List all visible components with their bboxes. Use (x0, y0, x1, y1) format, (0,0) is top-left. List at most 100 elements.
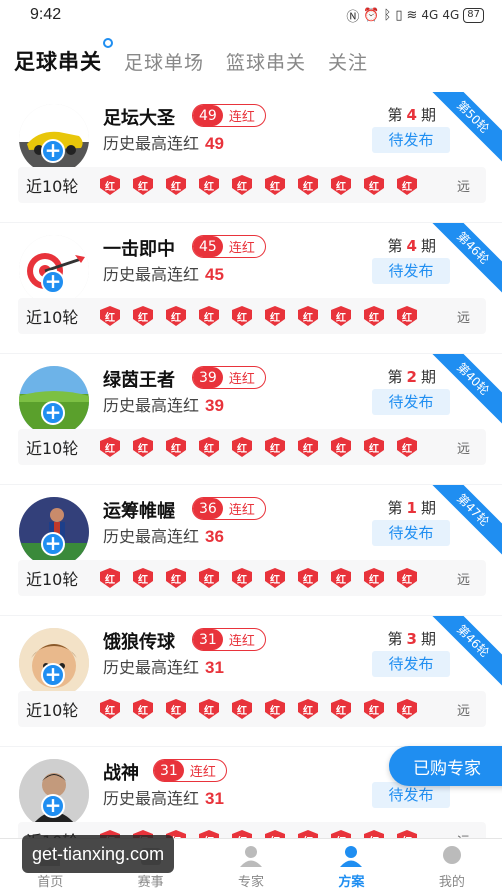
follow-plus-button[interactable]: + (41, 794, 65, 818)
red-result-mark: 红 (294, 174, 322, 196)
red-result-mark: 红 (393, 698, 421, 720)
red-result-mark: 红 (162, 174, 190, 196)
red-result-mark: 红 (294, 436, 322, 458)
app-root: 9:42 Ⓝ ⏰ ᛒ ▯ ≋ 4G 4G 87 足球串关 足球单场 篮球串关 关… (0, 0, 502, 894)
red-result-mark: 红 (228, 305, 256, 327)
red-result-mark: 红 (228, 567, 256, 589)
tab-label: 足球串关 (14, 50, 102, 74)
streak-count: 45 (193, 236, 223, 257)
red-result-mark: 红 (294, 698, 322, 720)
red-result-mark: 红 (261, 567, 289, 589)
far-label: 远 (456, 441, 470, 457)
nav-label: 我的 (438, 874, 465, 890)
expert-name: 饿狼传球 (103, 632, 175, 653)
expert-name: 一击即中 (103, 239, 175, 260)
follow-plus-button[interactable]: + (41, 139, 65, 163)
history-max: 历史最高连红 36 (103, 527, 224, 546)
period-number: 1 (406, 499, 417, 517)
streak-badge: 36 连红 (192, 497, 266, 520)
red-result-mark: 红 (327, 698, 355, 720)
recent-label: 近10轮 (26, 308, 79, 327)
expert-name: 战神 (103, 763, 139, 784)
status-bar: 9:42 Ⓝ ⏰ ᛒ ▯ ≋ 4G 4G 87 (0, 0, 502, 30)
pending-publish-button[interactable]: 待发布 (372, 520, 450, 546)
history-max-value: 31 (205, 658, 224, 677)
recent-label: 近10轮 (26, 177, 79, 196)
streak-count: 49 (193, 105, 223, 126)
streak-count: 36 (193, 498, 223, 519)
nav-label: 赛事 (137, 874, 164, 890)
expert-card[interactable]: + 运筹帷幄 36 连红 历史最高连红 36 第1期 待发布 第47轮 近10轮 … (0, 485, 502, 615)
red-result-mark: 红 (327, 174, 355, 196)
nav-plans[interactable]: 方案 (301, 839, 401, 894)
purchased-experts-button[interactable]: 已购专家 (389, 746, 502, 786)
red-result-mark: 红 (195, 698, 223, 720)
red-result-mark: 红 (96, 305, 124, 327)
red-result-mark: 红 (327, 305, 355, 327)
watermark: get-tianxing.com (22, 835, 175, 873)
history-max: 历史最高连红 39 (103, 396, 224, 415)
history-max: 历史最高连红 45 (103, 265, 224, 284)
expert-icon (240, 845, 263, 867)
nav-experts[interactable]: 专家 (201, 839, 301, 894)
red-result-mark: 红 (129, 698, 157, 720)
follow-plus-button[interactable]: + (41, 663, 65, 687)
nav-profile[interactable]: 我的 (402, 839, 502, 894)
far-label: 远 (456, 703, 470, 719)
bluetooth-icon: ᛒ (383, 7, 392, 23)
expert-name: 绿茵王者 (103, 370, 175, 391)
streak-badge: 45 连红 (192, 235, 266, 258)
pending-publish-button[interactable]: 待发布 (372, 389, 450, 415)
history-max-value: 49 (205, 134, 224, 153)
tab-basketball-parlay[interactable]: 篮球串关 (226, 48, 306, 75)
streak-badge: 31 连红 (153, 759, 227, 782)
streak-label: 连红 (228, 372, 255, 387)
red-result-mark: 红 (195, 567, 223, 589)
period-info: 第3期 (387, 630, 436, 648)
follow-plus-button[interactable]: + (41, 270, 65, 294)
red-result-mark: 红 (360, 698, 388, 720)
plan-icon (340, 845, 363, 867)
streak-label: 连红 (228, 503, 255, 518)
red-result-mark: 红 (261, 305, 289, 327)
red-result-mark: 红 (195, 436, 223, 458)
pending-publish-button[interactable]: 待发布 (372, 127, 450, 153)
streak-label: 连红 (228, 634, 255, 649)
streak-label: 连红 (189, 765, 216, 780)
tab-following[interactable]: 关注 (328, 48, 368, 75)
battery-icon: 87 (463, 7, 484, 23)
recent-marks: 红 红 红 红 红 红 红 红 红 红 (96, 305, 421, 327)
tab-football-single[interactable]: 足球单场 (124, 48, 204, 75)
signal-icon-2: 4G (442, 8, 460, 22)
tab-football-parlay[interactable]: 足球串关 (14, 38, 113, 76)
streak-badge: 31 连红 (192, 628, 266, 651)
pending-publish-button[interactable]: 待发布 (372, 651, 450, 677)
expert-name: 运筹帷幄 (103, 501, 175, 522)
red-result-mark: 红 (129, 174, 157, 196)
expert-card[interactable]: + 绿茵王者 39 连红 历史最高连红 39 第2期 待发布 第40轮 近10轮 … (0, 354, 502, 484)
streak-label: 连红 (228, 110, 255, 125)
history-max-value: 36 (205, 527, 224, 546)
period-number: 4 (406, 237, 417, 255)
expert-card[interactable]: + 一击即中 45 连红 历史最高连红 45 第4期 待发布 第46轮 近10轮 … (0, 223, 502, 353)
period-number: 4 (406, 106, 417, 124)
expert-card[interactable]: + 足坛大圣 49 连红 历史最高连红 49 第4期 待发布 第50轮 近10轮 … (0, 92, 502, 222)
pending-publish-button[interactable]: 待发布 (372, 258, 450, 284)
period-number: 2 (406, 368, 417, 386)
follow-plus-button[interactable]: + (41, 532, 65, 556)
recent-marks: 红 红 红 红 红 红 红 红 红 红 (96, 436, 421, 458)
red-result-mark: 红 (162, 436, 190, 458)
status-time: 9:42 (30, 6, 62, 23)
period-info: 第4期 (387, 106, 436, 124)
expert-card[interactable]: + 饿狼传球 31 连红 历史最高连红 31 第3期 待发布 第46轮 近10轮 … (0, 616, 502, 746)
red-result-mark: 红 (261, 174, 289, 196)
follow-plus-button[interactable]: + (41, 401, 65, 425)
recent-results-row: 近10轮 红 红 红 红 红 红 红 红 红 红 远 (18, 167, 486, 203)
red-result-mark: 红 (261, 698, 289, 720)
recent-marks: 红 红 红 红 红 红 红 红 红 红 (96, 698, 421, 720)
red-result-mark: 红 (261, 436, 289, 458)
red-result-mark: 红 (327, 436, 355, 458)
expert-name: 足坛大圣 (103, 108, 175, 129)
red-result-mark: 红 (162, 567, 190, 589)
history-max-value: 39 (205, 396, 224, 415)
